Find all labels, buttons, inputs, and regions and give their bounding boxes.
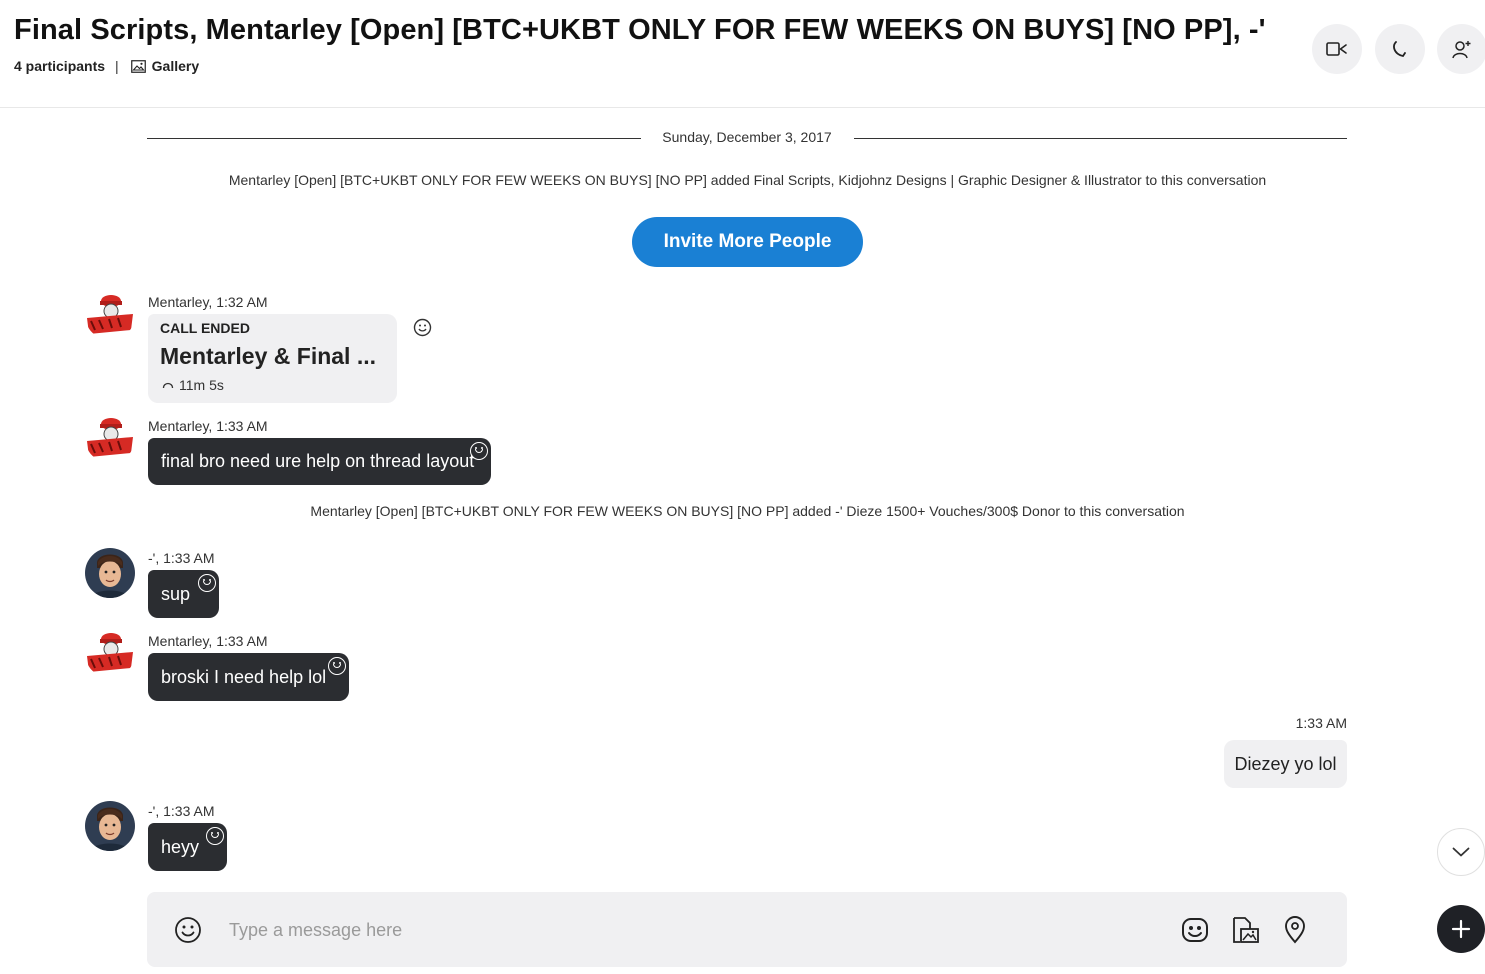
media-button[interactable] [1230, 915, 1260, 945]
media-icon [1233, 917, 1259, 943]
call-duration: 11m 5s [179, 377, 224, 393]
message-bubble[interactable]: heyy [148, 823, 227, 871]
chevron-down-icon [1452, 847, 1470, 857]
gallery-label: Gallery [151, 58, 200, 74]
avatar-dieze[interactable] [85, 548, 135, 598]
message-bubble[interactable]: final bro need ure help on thread layout [148, 438, 491, 485]
plus-icon [1451, 919, 1471, 939]
video-call-button[interactable] [1312, 24, 1362, 74]
call-participants: Mentarley & Final ... [160, 343, 376, 369]
message-input[interactable] [227, 914, 1131, 946]
react-icon[interactable] [198, 574, 216, 592]
conversation-title[interactable]: Final Scripts, Mentarley [Open] [BTC+UKB… [14, 14, 1266, 47]
gallery-link[interactable]: Gallery [130, 58, 200, 74]
gallery-icon [130, 59, 146, 73]
header-subline: 4 participants | Gallery [14, 58, 199, 74]
message-bubble[interactable]: broski I need help lol [148, 653, 349, 701]
audio-call-icon [1393, 41, 1406, 58]
own-message-bubble[interactable]: Diezey yo lol [1224, 740, 1347, 788]
message-text: Diezey yo lol [1234, 753, 1337, 774]
avatar-mentarley[interactable] [85, 413, 135, 463]
emoji-button[interactable] [173, 915, 203, 945]
sticker-button[interactable] [1180, 915, 1210, 945]
message-text: broski I need help lol [161, 666, 327, 687]
message-meta: Mentarley, 1:33 AM [148, 633, 268, 649]
call-duration-row: 11m 5s [162, 377, 224, 393]
date-divider: Sunday, December 3, 2017 [147, 128, 1347, 148]
video-call-icon [1326, 42, 1347, 56]
invite-more-people-button[interactable]: Invite More People [632, 217, 863, 267]
add-person-button[interactable] [1437, 24, 1485, 74]
avatar-mentarley[interactable] [85, 628, 135, 678]
participants-count[interactable]: 4 participants [14, 58, 105, 74]
location-icon [1285, 916, 1305, 944]
more-options-button[interactable] [1437, 905, 1485, 953]
emoji-icon [175, 917, 201, 943]
message-bubble[interactable]: sup [148, 570, 219, 618]
call-react-icon[interactable] [413, 318, 432, 337]
message-meta: -', 1:33 AM [148, 803, 215, 819]
message-text: sup [161, 583, 191, 604]
message-meta: -', 1:33 AM [148, 550, 215, 566]
scroll-to-bottom-button[interactable] [1437, 828, 1485, 876]
message-text: final bro need ure help on thread layout [161, 451, 475, 471]
own-message-meta: 1:33 AM [1295, 715, 1347, 731]
audio-call-button[interactable] [1375, 24, 1425, 74]
call-meta: Mentarley, 1:32 AM [148, 294, 268, 310]
react-icon[interactable] [328, 657, 346, 675]
message-composer [147, 892, 1347, 967]
sticker-icon [1182, 918, 1208, 942]
header-separator: | [115, 58, 119, 74]
add-person-icon [1452, 41, 1471, 59]
react-icon[interactable] [470, 442, 488, 460]
message-meta: Mentarley, 1:33 AM [148, 418, 268, 434]
avatar-dieze[interactable] [85, 801, 135, 851]
system-message-added: Mentarley [Open] [BTC+UKBT ONLY FOR FEW … [310, 503, 1185, 519]
date-label: Sunday, December 3, 2017 [648, 129, 846, 145]
chat-header: Final Scripts, Mentarley [Open] [BTC+UKB… [0, 0, 1485, 108]
location-button[interactable] [1280, 915, 1310, 945]
react-icon[interactable] [206, 827, 224, 845]
date-label-wrap: Sunday, December 3, 2017 [147, 129, 1347, 145]
call-duration-icon [162, 382, 174, 389]
system-message-added: Mentarley [Open] [BTC+UKBT ONLY FOR FEW … [228, 172, 1267, 188]
avatar-mentarley[interactable] [85, 290, 135, 340]
call-ended-label: CALL ENDED [160, 320, 250, 336]
call-ended-card[interactable]: CALL ENDED Mentarley & Final ... 11m 5s [148, 314, 397, 403]
message-text: heyy [161, 836, 200, 857]
